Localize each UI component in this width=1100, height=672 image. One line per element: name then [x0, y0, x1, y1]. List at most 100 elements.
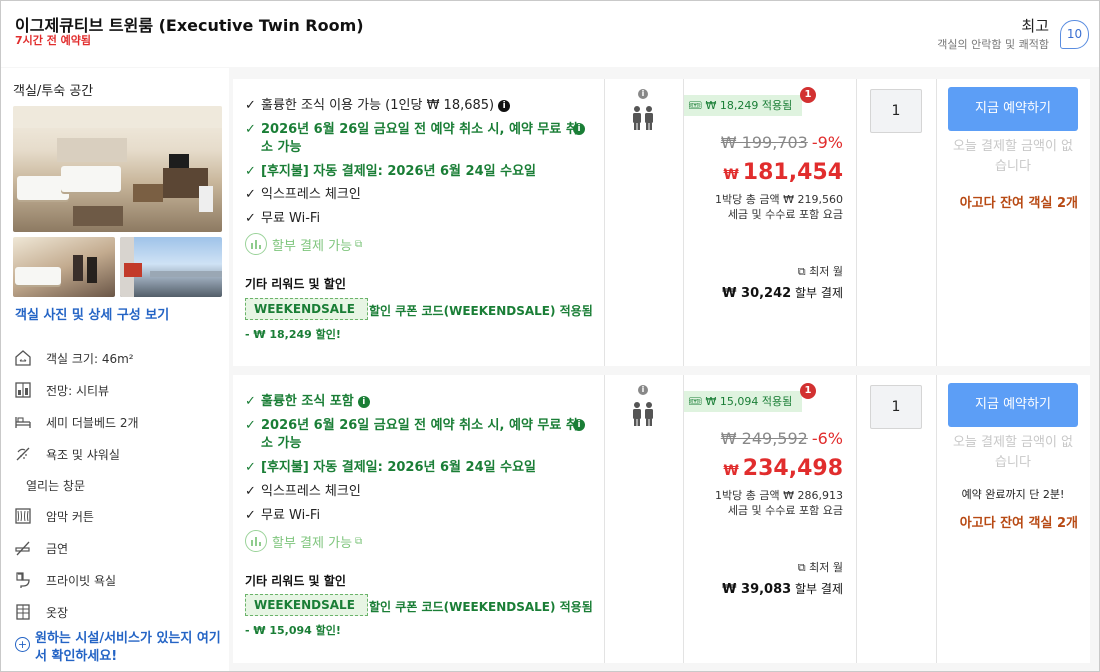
monthly-min-label: ⧉ 최저 월: [797, 265, 843, 278]
facility-inquiry-text: 원하는 시설/서비스가 있는지 여기서 확인하세요!: [35, 631, 221, 664]
feature-free-cancel: ✓ 2026년 6월 26일 금요일 전 예약 취소 시, 예약 무료 취소 가능…: [245, 121, 595, 157]
room-quantity-select[interactable]: 1: [870, 89, 922, 133]
info-icon[interactable]: i: [357, 396, 370, 408]
discount-percent: -9%: [811, 133, 843, 152]
check-icon: ✓: [245, 484, 256, 499]
bed-icon: [13, 412, 33, 432]
no-smoking-icon: [13, 538, 33, 558]
installment-icon: [245, 530, 267, 552]
room-card: 이그제큐티브 트윈룸 (Executive Twin Room) 7시간 전 예…: [0, 0, 1100, 672]
amenity-no-smoking: 금연: [13, 537, 223, 559]
occupancy-column: i: [605, 79, 684, 366]
offer-features: ✓ 훌륭한 조식 이용 가능 (1인당 ₩ 18,685) i ✓ 2026년 6월 …: [233, 79, 605, 366]
check-icon: ✓: [245, 418, 256, 433]
book-now-button[interactable]: 지금 예약하기: [948, 87, 1078, 131]
two-guests-icon: [633, 402, 653, 426]
booking-time-note: 예약 완료까지 단 2분!: [961, 488, 1065, 501]
rooms-left-notice: 아고다 잔여 객실 2개: [959, 196, 1078, 211]
installment-available[interactable]: 할부 결제 가능 ⧉: [245, 530, 362, 552]
amenity-label: 세미 더블베드 2개: [46, 415, 139, 430]
price-per-night: 1박당 총 금액 ₩ 219,560 세금 및 수수료 포함 요금: [715, 193, 843, 221]
offer-features: ✓ 훌륭한 조식 포함 i ✓ 2026년 6월 26일 금요일 전 예약 취소 시,…: [233, 375, 605, 663]
room-size-icon: [13, 348, 33, 368]
coupon-code-tag: WEEKENDSALE: [245, 594, 368, 616]
rewards-title: 기타 리워드 및 할인: [245, 574, 346, 588]
coupon-icon: 🎟: [688, 395, 702, 408]
feature-wifi: ✓ 무료 Wi-Fi: [245, 211, 321, 226]
feature-breakfast: ✓ 훌륭한 조식 포함 i: [245, 393, 370, 411]
feature-free-cancel: ✓ 2026년 6월 26일 금요일 전 예약 취소 시, 예약 무료 취소 가능…: [245, 417, 595, 453]
savings-tag: 🎟 ₩ 18,249 적용됨: [684, 95, 802, 116]
coupon-icon: 🎟: [688, 99, 702, 112]
final-price: ₩181,454: [723, 160, 843, 185]
amenity-label: 옷장: [46, 605, 69, 620]
recent-booking-note: 7시간 전 예약됨: [15, 34, 92, 47]
info-icon[interactable]: i: [498, 100, 511, 112]
amenity-label: 객실 크기: 46m²: [46, 351, 134, 366]
amenity-label: 욕조 및 샤워실: [46, 447, 120, 462]
amenity-window: 열리는 창문: [13, 474, 223, 496]
discount-amount: - ₩ 15,094 할인!: [245, 624, 341, 637]
notification-badge: 1: [800, 383, 816, 399]
rating-score-badge: 10: [1060, 20, 1089, 49]
check-icon: ✓: [245, 187, 256, 202]
check-icon: ✓: [245, 98, 256, 113]
final-price: ₩234,498: [723, 456, 843, 481]
amenity-bath: 욕조 및 샤워실: [13, 443, 223, 465]
amenity-curtain: 암막 커튼: [13, 505, 223, 527]
check-icon: ✓: [245, 211, 256, 226]
feature-express-checkin: ✓ 익스프레스 체크인: [245, 484, 361, 499]
room-photo-thumb-1[interactable]: [13, 237, 115, 297]
coupon-applied-text: 할인 쿠폰 코드(WEEKENDSALE) 적용됨: [369, 304, 593, 318]
plus-circle-icon: +: [15, 637, 30, 652]
room-quantity-select[interactable]: 1: [870, 385, 922, 429]
amenity-label: 전망: 시티뷰: [46, 383, 110, 398]
check-icon: ✓: [245, 394, 256, 409]
room-photo-thumb-2[interactable]: [120, 237, 222, 297]
rate-offer-2: ✓ 훌륭한 조식 포함 i ✓ 2026년 6월 26일 금요일 전 예약 취소 시,…: [233, 375, 1090, 663]
room-photos-link[interactable]: 객실 사진 및 상세 구성 보기: [15, 304, 169, 323]
check-icon: ✓: [245, 508, 256, 523]
room-panel-title: 객실/투숙 공간: [13, 84, 94, 99]
action-column: 지금 예약하기 오늘 결제할 금액이 없습니다 아고다 잔여 객실 2개: [937, 79, 1090, 366]
action-column: 지금 예약하기 오늘 결제할 금액이 없습니다 예약 완료까지 단 2분! 아고…: [937, 375, 1090, 663]
price-column: 🎟 ₩ 18,249 적용됨 1 ₩ 199,703 -9% ₩181,454 1…: [684, 79, 857, 366]
amenity-private-bathroom: 프라이빗 욕실: [13, 569, 223, 591]
coupon-applied-text: 할인 쿠폰 코드(WEEKENDSALE) 적용됨: [369, 600, 593, 614]
feature-express-checkin: ✓ 익스프레스 체크인: [245, 187, 361, 202]
info-icon[interactable]: i: [573, 419, 585, 431]
check-icon: ✓: [245, 460, 256, 475]
amenity-bed: 세미 더블베드 2개: [13, 411, 223, 433]
rate-offer-1: ✓ 훌륭한 조식 이용 가능 (1인당 ₩ 18,685) i ✓ 2026년 6월 …: [233, 79, 1090, 366]
no-payment-today: 오늘 결제할 금액이 없습니다: [952, 435, 1074, 470]
installment-price: ₩ 39,083 할부 결제: [722, 582, 843, 597]
info-icon[interactable]: i: [638, 89, 648, 99]
room-header: 이그제큐티브 트윈룸 (Executive Twin Room) 7시간 전 예…: [1, 1, 1099, 67]
amenity-label: 프라이빗 욕실: [46, 573, 117, 588]
check-icon: ✓: [245, 122, 256, 137]
coupon-code-tag: WEEKENDSALE: [245, 298, 368, 320]
book-now-button[interactable]: 지금 예약하기: [948, 383, 1078, 427]
room-info-panel: 객실/투숙 공간 객실 사진 및 상세 구성 보기 객실 크기: 46m² 전망…: [1, 68, 229, 671]
installment-available[interactable]: 할부 결제 가능 ⧉: [245, 233, 362, 255]
info-icon[interactable]: i: [638, 385, 648, 395]
info-icon[interactable]: i: [573, 123, 585, 135]
original-price: ₩ 249,592 -6%: [720, 429, 843, 448]
external-link-icon: ⧉: [797, 265, 806, 278]
original-price: ₩ 199,703 -9%: [720, 133, 843, 152]
amenity-view: 전망: 시티뷰: [13, 379, 223, 401]
savings-tag: 🎟 ₩ 15,094 적용됨: [684, 391, 802, 412]
window-view-icon: [13, 380, 33, 400]
room-photo-main[interactable]: [13, 106, 222, 232]
no-payment-today: 오늘 결제할 금액이 없습니다: [952, 139, 1074, 174]
external-link-icon: ⧉: [797, 561, 806, 574]
rewards-title: 기타 리워드 및 할인: [245, 277, 346, 291]
notification-badge: 1: [800, 87, 816, 103]
rooms-left-notice: 아고다 잔여 객실 2개: [959, 516, 1078, 531]
installment-price: ₩ 30,242 할부 결제: [722, 286, 843, 301]
rating-category: 객실의 안락함 및 쾌적함: [937, 38, 1049, 51]
amenity-label: 금연: [46, 541, 69, 556]
facility-inquiry-link[interactable]: + 원하는 시설/서비스가 있는지 여기서 확인하세요!: [15, 630, 227, 666]
discount-amount: - ₩ 18,249 할인!: [245, 328, 341, 341]
discount-percent: -6%: [811, 429, 843, 448]
